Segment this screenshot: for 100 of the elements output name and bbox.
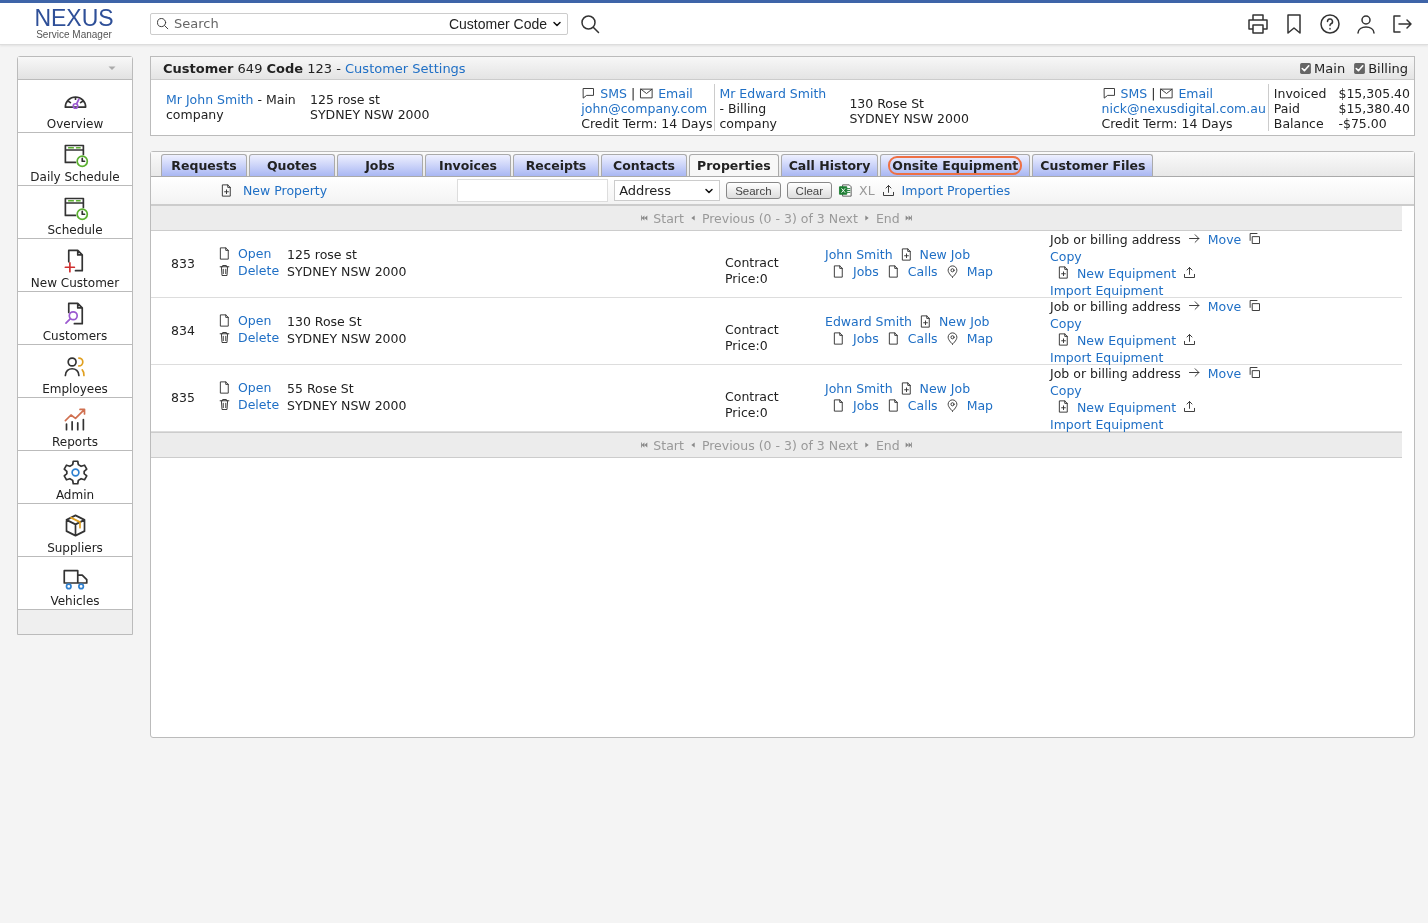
print-icon[interactable] — [1246, 11, 1270, 36]
new-property-link[interactable]: New Property — [243, 183, 328, 198]
address-line: SYDNEY NSW 2000 — [287, 397, 408, 414]
copy-link[interactable]: Copy — [1050, 316, 1082, 331]
copy-link[interactable]: Copy — [1050, 383, 1082, 398]
email-link[interactable]: Email — [658, 86, 693, 101]
email-address-link[interactable]: john@company.com — [581, 101, 713, 116]
total-label: Paid — [1273, 101, 1301, 116]
sidebar-item[interactable]: New Customer — [18, 239, 132, 292]
customer-settings-link[interactable]: Customer Settings — [345, 60, 466, 76]
tab[interactable]: Call History — [780, 154, 879, 176]
document-icon — [831, 331, 846, 346]
sms-link[interactable]: SMS — [600, 86, 627, 101]
total-label: Invoiced — [1273, 86, 1327, 101]
sidebar-item[interactable]: Overview — [18, 80, 132, 133]
tab[interactable]: Invoices — [425, 154, 511, 176]
help-icon[interactable] — [1318, 11, 1342, 36]
calls-link[interactable]: Calls — [907, 263, 938, 280]
search-button[interactable]: Search — [726, 182, 781, 199]
jobs-link[interactable]: Jobs — [853, 397, 879, 414]
trash-icon — [217, 330, 232, 345]
contact-name-link[interactable]: Mr Edward Smith — [719, 86, 827, 101]
sidebar-item[interactable]: Customers — [18, 292, 132, 345]
tab[interactable]: Contacts — [601, 154, 687, 176]
separator: | — [630, 86, 636, 101]
move-link[interactable]: Move — [1207, 299, 1242, 314]
clear-button[interactable]: Clear — [786, 182, 833, 199]
filter-input[interactable] — [457, 179, 609, 202]
new-equipment-link[interactable]: New Equipment — [1077, 400, 1177, 415]
contact-company: company — [719, 116, 779, 131]
search-scope-dropdown[interactable]: Customer Code — [448, 15, 563, 32]
sidebar-item[interactable]: Admin — [18, 451, 132, 504]
tab[interactable]: Customer Files — [1032, 154, 1154, 176]
contact-name-link[interactable]: Mr John Smith — [166, 92, 254, 107]
credit-term: Credit Term: 14 Days — [581, 116, 713, 131]
trash-icon — [217, 263, 232, 278]
copy-link[interactable]: Copy — [1050, 249, 1082, 264]
settings-icon — [61, 459, 89, 486]
upload-icon — [880, 183, 896, 198]
tab[interactable]: Properties — [689, 154, 779, 176]
sidebar-item[interactable]: Daily Schedule — [18, 133, 132, 186]
map-link[interactable]: Map — [966, 397, 994, 414]
tab[interactable]: Quotes — [249, 154, 335, 176]
jobs-link[interactable]: Jobs — [853, 330, 879, 347]
tab[interactable]: Receipts — [513, 154, 599, 176]
search-field[interactable]: Search Customer Code — [150, 12, 568, 35]
open-link[interactable]: Open — [238, 379, 272, 396]
address-type: Job or billing address — [1050, 232, 1181, 247]
email-link[interactable]: Email — [1178, 86, 1214, 101]
map-link[interactable]: Map — [966, 330, 994, 347]
checkbox[interactable] — [1299, 61, 1313, 75]
new-job-link[interactable]: New Job — [938, 313, 990, 330]
document-icon — [217, 313, 232, 328]
move-link[interactable]: Move — [1207, 366, 1242, 381]
new-job-link[interactable]: New Job — [919, 380, 971, 397]
address-line: SYDNEY NSW 2000 — [287, 263, 408, 280]
import-equipment-link[interactable]: Import Equipment — [1050, 283, 1164, 298]
contact-company: company — [166, 107, 225, 122]
address-type: Job or billing address — [1050, 299, 1181, 314]
open-link[interactable]: Open — [238, 312, 272, 329]
delete-link[interactable]: Delete — [238, 396, 280, 413]
sidebar-item[interactable]: Employees — [18, 345, 132, 398]
contact-link[interactable]: John Smith — [825, 380, 893, 397]
import-equipment-link[interactable]: Import Equipment — [1050, 350, 1164, 365]
jobs-link[interactable]: Jobs — [853, 263, 879, 280]
contact-link[interactable]: John Smith — [825, 246, 893, 263]
open-link[interactable]: Open — [238, 245, 272, 262]
sidebar-item[interactable]: Reports — [18, 398, 132, 451]
sidebar-item[interactable]: Schedule — [18, 186, 132, 239]
tab[interactable]: Requests — [161, 154, 247, 176]
document-plus-icon — [1056, 399, 1071, 414]
separator: | — [1151, 86, 1156, 101]
property-id: 835 — [170, 389, 196, 406]
tab[interactable]: Jobs — [337, 154, 423, 176]
customer-title: Customer 649 Code 123 - Customer Settings — [163, 60, 466, 76]
checkbox[interactable] — [1353, 61, 1367, 75]
filter-field-dropdown[interactable]: Address — [614, 180, 721, 201]
calls-link[interactable]: Calls — [907, 397, 938, 414]
document-plus-icon — [1056, 265, 1071, 280]
logo[interactable]: NEXUS Service Manager — [24, 7, 124, 40]
map-link[interactable]: Map — [966, 263, 994, 280]
delete-link[interactable]: Delete — [238, 262, 280, 279]
contact-link[interactable]: Edward Smith — [825, 313, 912, 330]
email-address-link[interactable]: nick@nexusdigital.com.au — [1101, 101, 1266, 116]
new-equipment-link[interactable]: New Equipment — [1077, 266, 1177, 281]
new-equipment-link[interactable]: New Equipment — [1077, 333, 1177, 348]
delete-link[interactable]: Delete — [238, 329, 280, 346]
import-properties-link[interactable]: Import Properties — [901, 183, 1011, 198]
sms-link[interactable]: SMS — [1120, 86, 1148, 101]
spreadsheet-icon[interactable] — [838, 183, 854, 198]
arrow-icon — [1186, 231, 1202, 246]
credit-term: Credit Term: 14 Days — [1101, 116, 1234, 131]
calls-link[interactable]: Calls — [907, 330, 938, 347]
new-job-link[interactable]: New Job — [919, 246, 971, 263]
contact-role: - Billing — [719, 101, 767, 116]
import-equipment-link[interactable]: Import Equipment — [1050, 417, 1164, 432]
tab[interactable]: Onsite Equipment — [880, 154, 1031, 176]
move-link[interactable]: Move — [1207, 232, 1242, 247]
sidebar-item[interactable]: Suppliers — [18, 504, 132, 557]
total-label: Balance — [1273, 116, 1325, 131]
